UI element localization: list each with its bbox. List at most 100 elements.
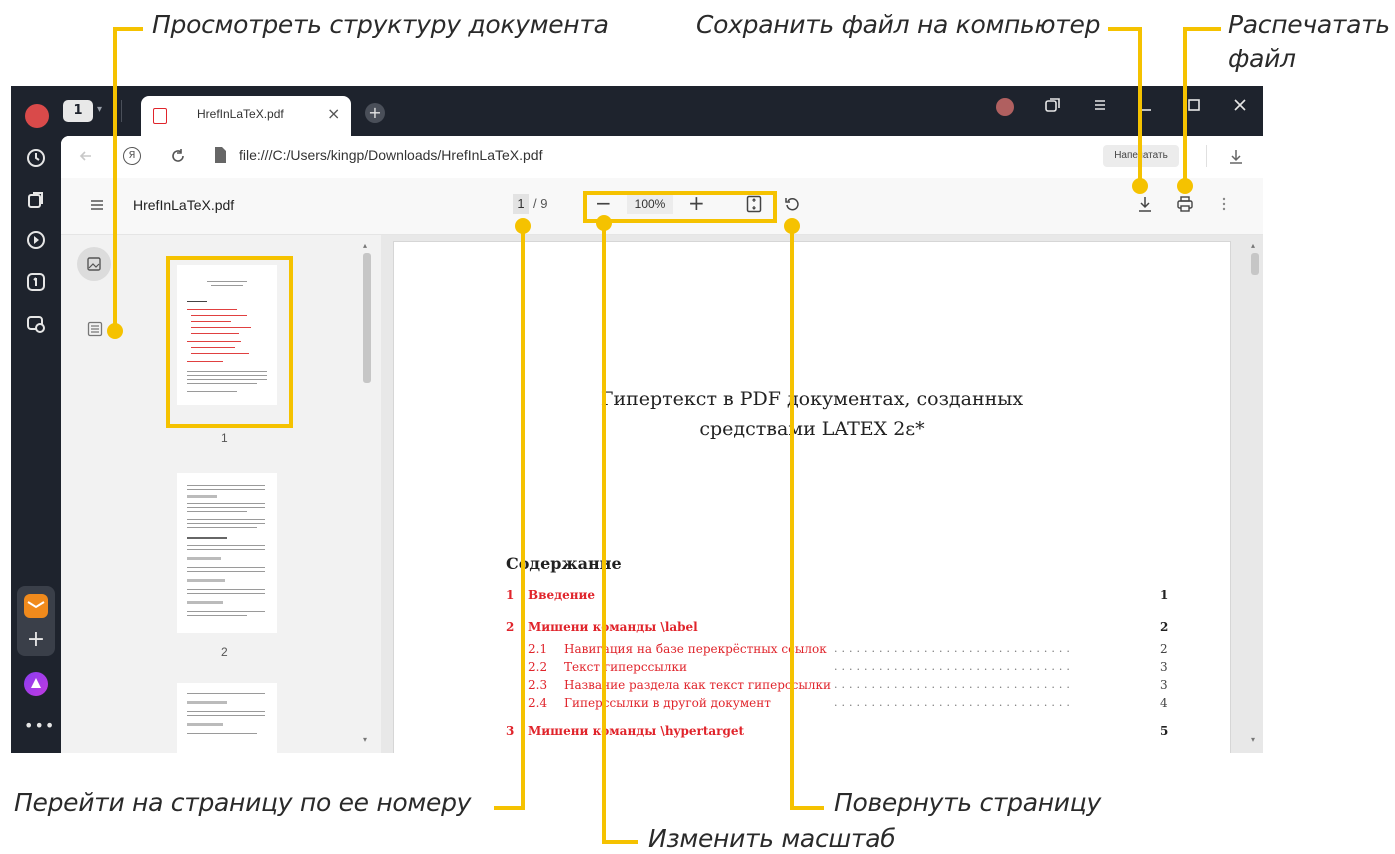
tab-bar: 1 ▾ HrefInLaTeX.pdf × + (61, 86, 1263, 136)
collections-icon[interactable] (24, 190, 48, 214)
tab-counter-icon[interactable] (24, 272, 48, 296)
downloads-icon[interactable] (1227, 147, 1245, 165)
thumbnail-label-1: 1 (221, 431, 228, 445)
scroll-up-arrow[interactable]: ▴ (363, 241, 371, 251)
toc-row[interactable]: 2.4 Гиперссылки в другой документ........… (394, 696, 1230, 714)
toc-row[interactable]: 2.3 Название раздела как текст гиперссылк… (394, 678, 1230, 696)
callout-save: Сохранить файл на компьютер (696, 10, 1101, 39)
history-icon[interactable] (24, 148, 48, 172)
callout-print-line2: файл (1228, 44, 1296, 73)
callout-structure: Просмотреть структуру документа (152, 10, 609, 39)
browser-sidebar: + ••• (11, 86, 61, 753)
games-icon[interactable] (24, 314, 48, 338)
toc-number: 2 (506, 620, 515, 634)
collections-window-icon[interactable] (1044, 96, 1062, 114)
toc-page-number: 1 (1160, 588, 1169, 602)
tab-title: HrefInLaTeX.pdf (197, 107, 284, 121)
callout-rotate-stem (790, 226, 794, 810)
callout-save-dot (1132, 178, 1148, 194)
toc-page-number: 3 (1160, 660, 1168, 674)
toc-page-number: 4 (1160, 696, 1168, 710)
yandex-icon[interactable]: Я (123, 147, 141, 165)
toc-leader-dots: ................................ (834, 660, 1074, 673)
play-icon[interactable] (24, 230, 48, 254)
callout-goto-stem (521, 226, 525, 810)
document-title-line2: средствами LATEX 2ε* (699, 418, 925, 440)
toc-row[interactable]: 2 Мишени команды \label 2 (394, 620, 1230, 638)
zoom-highlight-box (583, 191, 777, 223)
toc-page-number: 2 (1160, 620, 1169, 634)
toc-title[interactable]: Текст гиперссылки (564, 660, 687, 674)
callout-print-line (1183, 27, 1221, 31)
tab-counter-button[interactable]: 1 (63, 100, 93, 122)
page-total: / 9 (533, 196, 548, 211)
callout-save-line (1108, 27, 1142, 31)
callout-zoom-line (602, 840, 638, 844)
toc-row[interactable]: 2.2 Текст гиперссылки....................… (394, 660, 1230, 678)
thumbnail-highlight-box (166, 256, 293, 428)
toc-row[interactable]: 3 Мишени команды \hypertarget 5 (394, 724, 1230, 742)
tab-close-icon[interactable]: × (327, 104, 340, 123)
back-icon[interactable] (77, 147, 95, 165)
more-icon[interactable]: ••• (24, 716, 54, 736)
viewer-scroll-up-arrow[interactable]: ▴ (1251, 241, 1259, 251)
alice-assistant-icon[interactable] (24, 672, 48, 696)
address-field[interactable]: file:///C:/Users/kingp/Downloads/HrefInL… (239, 147, 542, 163)
toc-number: 1 (506, 588, 515, 602)
addr-divider (1206, 145, 1207, 167)
chevron-down-icon[interactable]: ▾ (97, 104, 109, 116)
printer-icon[interactable] (1176, 195, 1194, 213)
toc-page-number: 5 (1160, 724, 1169, 738)
callout-print-line1: Распечатать (1228, 10, 1390, 39)
pdf-viewer: Гипертекст в PDF документах, созданных с… (381, 235, 1263, 753)
callout-zoom-stem (602, 223, 606, 844)
add-app-icon[interactable]: + (24, 628, 48, 652)
more-options-icon[interactable] (1221, 196, 1227, 212)
callout-rotate: Повернуть страницу (834, 788, 1101, 817)
toc-row[interactable]: 2.1 Навигация на базе перекрёстных ссылок… (394, 642, 1230, 660)
mail-icon[interactable] (24, 594, 48, 618)
new-tab-button[interactable]: + (365, 103, 385, 123)
toc-page-number: 3 (1160, 678, 1168, 692)
page-thumbnail-2[interactable] (177, 473, 277, 633)
sidebar-toggle-icon[interactable] (89, 197, 105, 213)
toc-title[interactable]: Гиперссылки в другой документ (564, 696, 771, 710)
callout-print-stem (1183, 27, 1187, 185)
close-window-icon[interactable] (1231, 96, 1249, 114)
toc-title[interactable]: Мишени команды \label (528, 620, 698, 634)
toc-title[interactable]: Мишени команды \hypertarget (528, 724, 744, 738)
reload-icon[interactable] (169, 147, 187, 165)
tab-active[interactable]: HrefInLaTeX.pdf × (141, 96, 351, 136)
menu-icon[interactable] (1091, 96, 1109, 114)
document-title-line1: Гипертекст в PDF документах, созданных (600, 388, 1024, 410)
thumbnail-scrollbar[interactable] (363, 253, 371, 383)
pdf-page: Гипертекст в PDF документах, созданных с… (393, 241, 1231, 753)
callout-goto-page: Перейти на страницу по ее номеру (14, 788, 472, 817)
toc-number: 3 (506, 724, 515, 738)
callout-structure-line (113, 27, 143, 31)
scroll-down-arrow[interactable]: ▾ (363, 735, 371, 745)
maximize-icon[interactable] (1185, 96, 1203, 114)
page-number-input[interactable]: 1 (513, 194, 529, 214)
callout-structure-dot (107, 323, 123, 339)
account-avatar[interactable] (996, 98, 1014, 116)
rotate-icon[interactable] (784, 196, 800, 212)
toc-leader-dots: ................................ (834, 642, 1074, 655)
document-outline-icon[interactable] (87, 321, 103, 337)
address-bar-row: Я file:///C:/Users/kingp/Downloads/HrefI… (61, 136, 1263, 178)
toc-page-number: 2 (1160, 642, 1168, 656)
toc-title[interactable]: Введение (528, 588, 595, 602)
profile-avatar[interactable] (25, 104, 49, 128)
viewer-scrollbar[interactable] (1251, 253, 1259, 275)
tab-divider (121, 100, 122, 122)
content-area: Я file:///C:/Users/kingp/Downloads/HrefI… (61, 136, 1263, 753)
thumbnails-view-button[interactable] (77, 247, 111, 281)
toc-number: 2.3 (528, 678, 548, 692)
callout-goto-line (494, 806, 525, 810)
download-icon[interactable] (1137, 195, 1153, 213)
file-icon (213, 146, 227, 164)
viewer-scroll-down-arrow[interactable]: ▾ (1251, 735, 1259, 745)
callout-save-stem (1138, 27, 1142, 185)
toc-row[interactable]: 1 Введение 1 (394, 588, 1230, 606)
page-thumbnail-3[interactable] (177, 683, 277, 753)
